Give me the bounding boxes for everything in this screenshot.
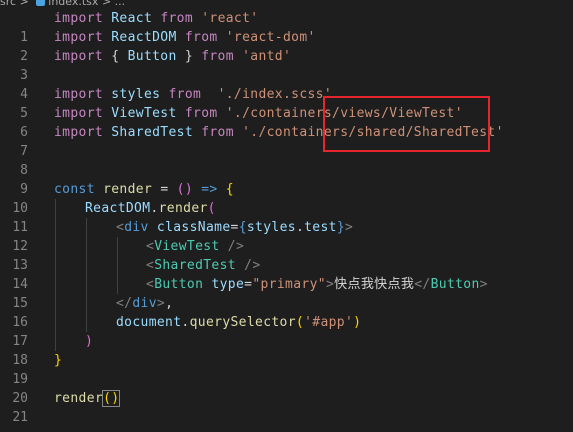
indent-guide [117,237,118,256]
code-editor[interactable]: 1 import React from 'react' 2 import Rea… [0,9,573,425]
typescript-file-icon [36,0,46,6]
breadcrumb-trail[interactable]: > ... [102,0,125,8]
indent-guide [86,256,87,275]
line-code[interactable]: ) [85,332,93,351]
indent-guide [86,313,87,332]
line-code[interactable]: ReactDOM.render( [85,199,216,218]
code-line[interactable]: 21 render() [0,389,573,425]
line-code[interactable]: document.querySelector('#app') [116,313,361,332]
matched-bracket-highlight: () [102,390,121,407]
breadcrumb-file[interactable]: index.tsx [48,0,98,8]
indent-guide [55,294,56,313]
code-line[interactable]: 3 import { Button } from 'antd' [0,47,573,83]
indent-guide [55,256,56,275]
line-code[interactable]: import ReactDOM from 'react-dom' [54,28,316,47]
indent-guide [55,237,56,256]
line-number: 21 [12,410,28,425]
indent-guide [117,275,118,294]
line-code[interactable]: <SharedTest /> [146,256,261,275]
line-code[interactable]: <ViewTest /> [146,237,244,256]
line-code[interactable]: import styles from './index.scss' [54,85,332,104]
breadcrumb-folder[interactable]: src [0,0,16,8]
code-line[interactable]: 19 } [0,351,573,387]
indent-guide [117,256,118,275]
code-line[interactable]: 13 <ViewTest /> [0,237,573,273]
indent-guide [86,275,87,294]
line-code[interactable]: <Button type="primary">快点我快点我</Button> [146,275,488,294]
indent-guide [55,218,56,237]
code-line[interactable]: 9 [0,161,573,197]
line-code[interactable]: render() [54,389,121,408]
breadcrumb[interactable]: src > index.tsx > ... [0,0,125,8]
annotation-highlight-box [323,96,490,152]
line-code[interactable]: </div>, [116,294,173,313]
indent-guide [86,237,87,256]
indent-guide [86,218,87,237]
code-line[interactable]: 14 <SharedTest /> [0,256,573,292]
indent-guide [55,332,56,351]
code-line[interactable]: 11 ReactDOM.render( [0,199,573,235]
line-code[interactable]: <div className={styles.test}> [116,218,353,237]
indent-guide [55,275,56,294]
line-code[interactable]: import { Button } from 'antd' [54,47,291,66]
line-code[interactable]: import React from 'react' [54,9,258,28]
code-line[interactable]: 4 [0,66,573,102]
code-line[interactable]: 12 <div className={styles.test}> [0,218,573,254]
code-line[interactable]: 1 import React from 'react' [0,9,573,45]
code-line[interactable]: 2 import ReactDOM from 'react-dom' [0,28,573,64]
indent-guide [55,313,56,332]
code-line[interactable]: 18 ) [0,332,573,368]
code-line[interactable]: 15 <Button type="primary">快点我快点我</Button… [0,275,573,311]
code-line[interactable]: 16 </div>, [0,294,573,330]
indent-guide [55,199,56,218]
line-code[interactable]: } [54,351,62,370]
breadcrumb-separator: > [19,0,29,8]
code-line[interactable]: 10 const render = () => { [0,180,573,216]
code-line[interactable]: 20 [0,370,573,406]
indent-guide [86,294,87,313]
code-line[interactable]: 17 document.querySelector('#app') [0,313,573,349]
line-code[interactable]: const render = () => { [54,180,234,199]
